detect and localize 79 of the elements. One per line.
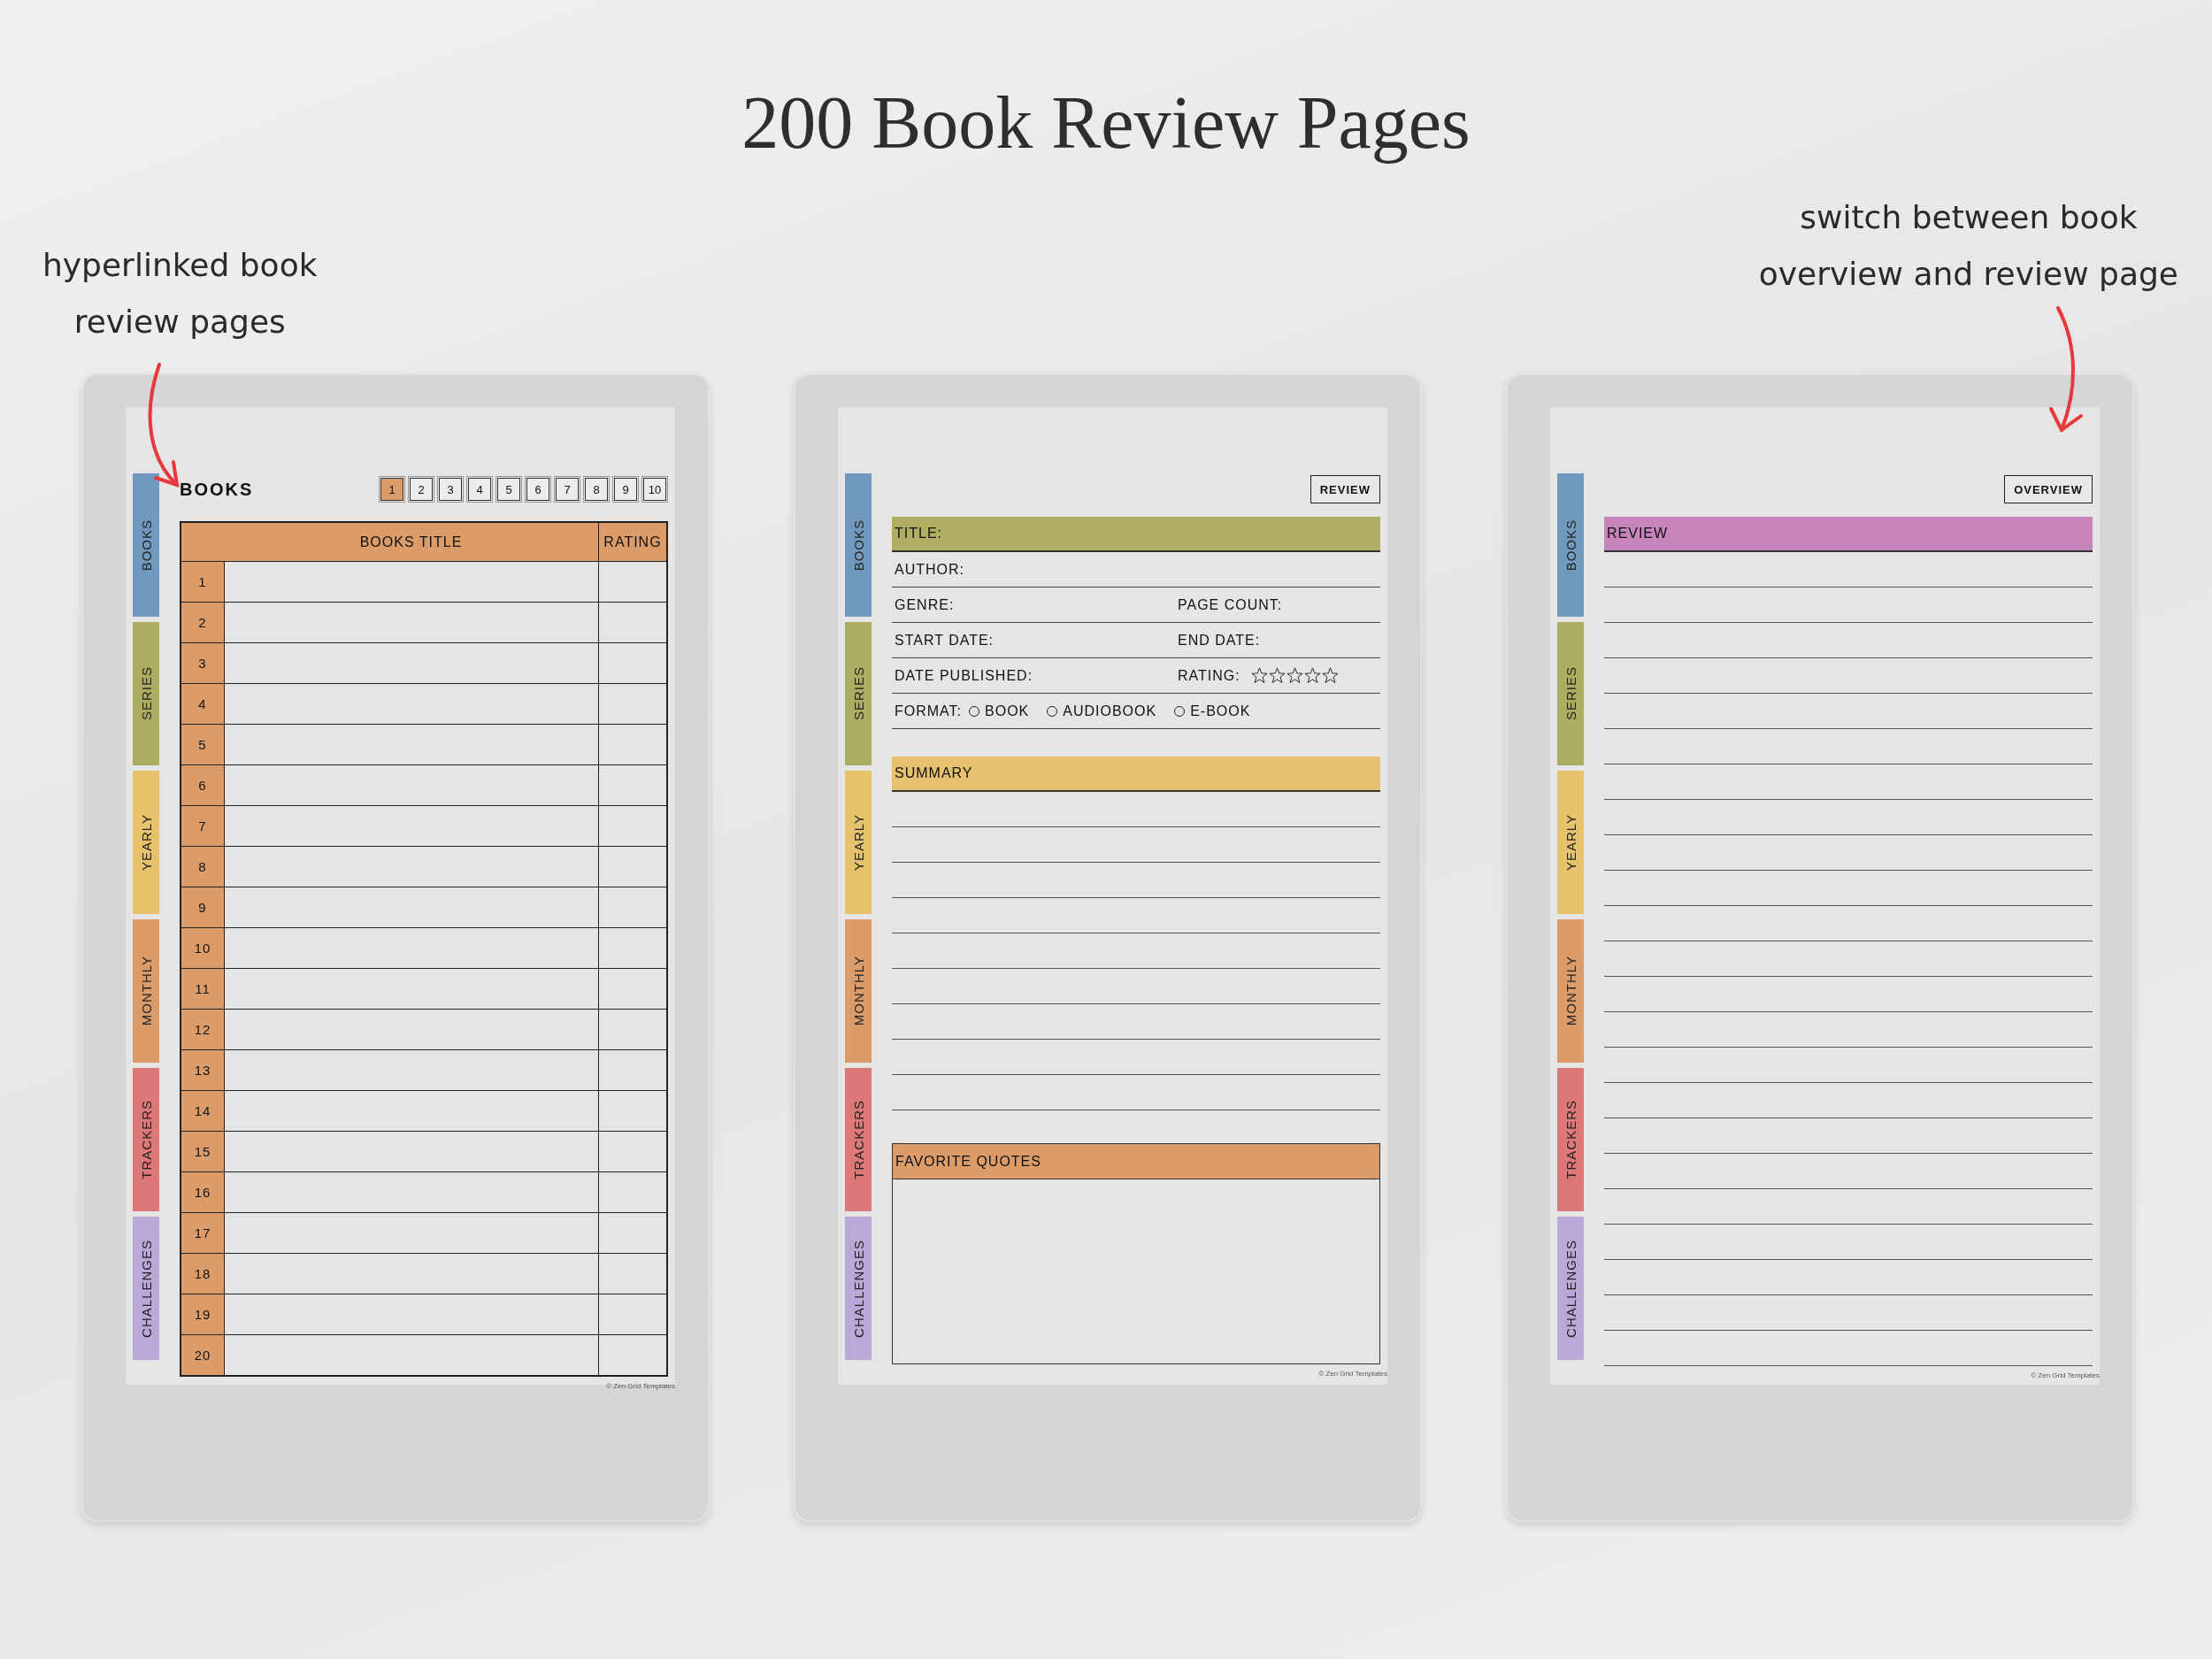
row-number: 12 (181, 1010, 225, 1049)
side-tab[interactable]: YEARLY (133, 771, 159, 914)
page-title: 200 Book Review Pages (741, 81, 1471, 165)
side-tab[interactable]: MONTHLY (133, 919, 159, 1063)
option-label: AUDIOBOOK (1063, 703, 1157, 719)
page-button[interactable]: 5 (497, 478, 520, 501)
row-number: 2 (181, 603, 225, 642)
row-number: 20 (181, 1335, 225, 1375)
row-number: 15 (181, 1132, 225, 1171)
side-tab[interactable]: BOOKS (845, 473, 872, 617)
star-icon[interactable] (1268, 667, 1286, 684)
row-number: 9 (181, 887, 225, 927)
row-number: 4 (181, 684, 225, 724)
field-label: DATE PUBLISHED: (895, 667, 1033, 684)
section-bar: FAVORITE QUOTES (893, 1144, 1379, 1179)
row-number: 18 (181, 1254, 225, 1294)
field-label: START DATE: (895, 632, 995, 649)
row-number: 3 (181, 643, 225, 683)
section-heading: BOOKS (180, 479, 254, 500)
side-tab[interactable]: BOOKS (1557, 473, 1584, 617)
side-tab[interactable]: MONTHLY (1557, 919, 1584, 1063)
title-bar: TITLE: (892, 517, 1380, 552)
row-number: 14 (181, 1091, 225, 1131)
side-tab[interactable]: TRACKERS (845, 1068, 872, 1211)
row-number: 7 (181, 806, 225, 846)
side-tab[interactable]: CHALLENGES (1557, 1217, 1584, 1360)
side-tab[interactable]: BOOKS (133, 473, 159, 617)
annotation-text: hyperlinked book review pages (42, 246, 318, 342)
field-label: RATING: (1178, 667, 1240, 684)
option-label: E-BOOK (1190, 703, 1251, 719)
option-label: BOOK (985, 703, 1030, 719)
section-bar: REVIEW (1604, 517, 2093, 552)
page-button[interactable]: 6 (526, 478, 549, 501)
copyright-text: © Zen Grid Templates (1318, 1369, 1387, 1378)
page-button[interactable]: 9 (614, 478, 637, 501)
page-button[interactable]: 7 (556, 478, 579, 501)
row-number: 6 (181, 765, 225, 805)
copyright-text: © Zen Grid Templates (606, 1381, 675, 1390)
field-label: PAGE COUNT: (1178, 596, 1283, 613)
field-label: END DATE: (1178, 632, 1261, 649)
field-label: FORMAT: (895, 703, 963, 719)
row-number: 17 (181, 1213, 225, 1253)
column-header: RATING (603, 533, 663, 551)
star-icon[interactable] (1286, 667, 1303, 684)
star-icon[interactable] (1303, 667, 1321, 684)
section-bar: SUMMARY (892, 757, 1380, 792)
page-button[interactable]: 2 (410, 478, 433, 501)
side-tab[interactable]: CHALLENGES (845, 1217, 872, 1360)
row-number: 8 (181, 847, 225, 887)
row-number: 10 (181, 928, 225, 968)
side-tab[interactable]: SERIES (133, 622, 159, 765)
side-tab[interactable]: TRACKERS (1557, 1068, 1584, 1211)
page-button[interactable]: 4 (468, 478, 491, 501)
column-header: BOOKS TITLE (224, 523, 599, 561)
nav-button[interactable]: REVIEW (1310, 475, 1380, 503)
annotation-text: switch between book overview and review page (1758, 198, 2178, 294)
page-button[interactable]: 8 (585, 478, 608, 501)
row-number: 16 (181, 1172, 225, 1212)
nav-button[interactable]: OVERVIEW (2004, 475, 2093, 503)
field-label: AUTHOR: (895, 561, 964, 578)
page-button[interactable]: 1 (380, 478, 403, 501)
field-label: GENRE: (895, 596, 955, 613)
side-tab[interactable]: SERIES (845, 622, 872, 765)
side-tab[interactable]: MONTHLY (845, 919, 872, 1063)
side-tab[interactable]: SERIES (1557, 622, 1584, 765)
side-tab[interactable]: YEARLY (1557, 771, 1584, 914)
star-icon[interactable] (1321, 667, 1339, 684)
side-tab[interactable]: YEARLY (845, 771, 872, 914)
side-tab[interactable]: TRACKERS (133, 1068, 159, 1211)
row-number: 5 (181, 725, 225, 764)
star-icon[interactable] (1250, 667, 1268, 684)
page-button[interactable]: 10 (643, 478, 666, 501)
row-number: 19 (181, 1294, 225, 1334)
side-tab[interactable]: CHALLENGES (133, 1217, 159, 1360)
copyright-text: © Zen Grid Templates (2031, 1371, 2100, 1379)
page-button[interactable]: 3 (439, 478, 462, 501)
row-number: 13 (181, 1050, 225, 1090)
row-number: 11 (181, 969, 225, 1009)
row-number: 1 (181, 562, 225, 602)
